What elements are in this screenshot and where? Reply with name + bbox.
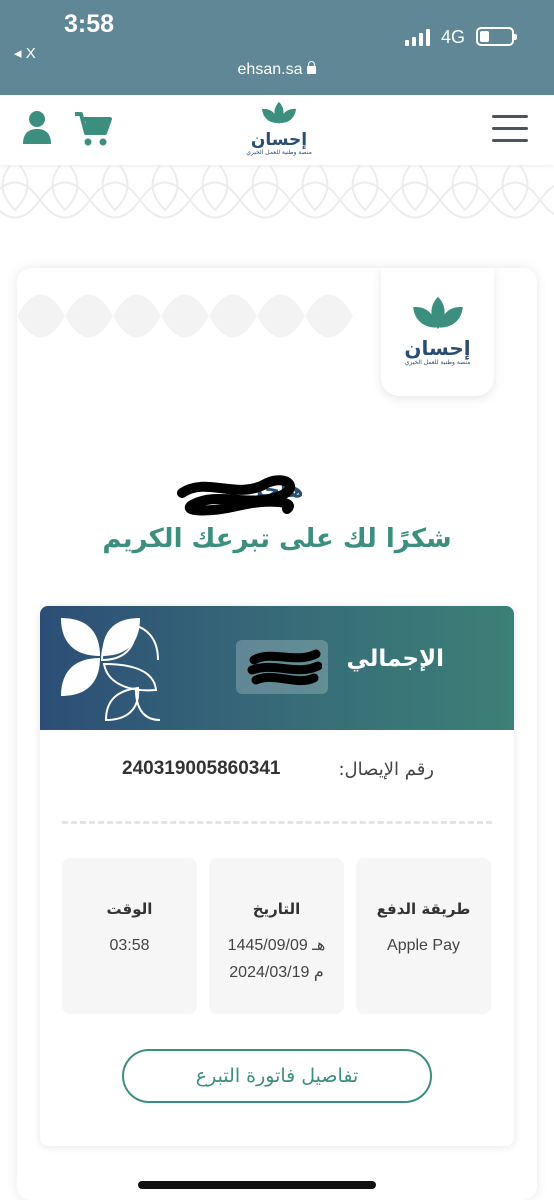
user-icon[interactable]	[22, 110, 52, 144]
card-logo-tagline: منصة وطنية للعمل الخيري	[404, 359, 471, 366]
leaf-logo-icon	[412, 296, 463, 330]
time-title: الوقت	[106, 900, 153, 918]
payment-method-value: Apple Pay	[387, 937, 460, 954]
receipt-number-label: رقم الإيصال:	[338, 759, 434, 780]
battery-level	[480, 31, 489, 42]
home-indicator[interactable]	[138, 1181, 376, 1189]
battery-icon	[476, 27, 517, 46]
leaf-logo-icon	[262, 102, 296, 124]
redaction-scribble	[247, 649, 322, 686]
logo-tagline: منصة وطنية للعمل الخيري	[246, 149, 312, 156]
cart-icon[interactable]	[74, 111, 112, 147]
time-box: الوقت 03:58	[62, 858, 197, 1014]
total-label: الإجمالي	[346, 646, 444, 672]
date-hijri: 1445/09/09 هـ	[227, 937, 326, 954]
total-amount-redacted	[236, 640, 328, 694]
payment-method-title: طريقة الدفع	[376, 900, 471, 918]
receipt-number-value: 240319005860341	[122, 758, 281, 779]
receipt-number-row: رقم الإيصال: 240319005860341	[40, 756, 514, 786]
status-time: 3:58	[64, 10, 115, 38]
card-logo-name: إحسان	[404, 336, 471, 360]
card-logo: إحسان منصة وطنية للعمل الخيري	[381, 268, 494, 396]
date-title: التاريخ	[252, 900, 301, 918]
date-value: 1445/09/09 هـ 2024/03/19 م	[209, 932, 344, 986]
payment-method-box: طريقة الدفع Apple Pay	[356, 858, 491, 1014]
receipt-header: الإجمالي	[40, 606, 514, 730]
flower-pattern-icon	[61, 618, 161, 722]
receipt-panel: الإجمالي رقم الإيصال: 240319005860341 طر…	[40, 606, 514, 1146]
invoice-details-button[interactable]: تفاصيل فاتورة التبرع	[122, 1049, 432, 1103]
card-decorative-pattern	[17, 294, 353, 338]
status-bar: 3:58 ◂ X 4G ehsan.sa	[0, 0, 554, 95]
logo-name: إحسان	[250, 130, 308, 150]
thanks-message: شكرًا لك على تبرعك الكريم	[102, 524, 452, 554]
back-to-app-button[interactable]: ◂ X	[14, 44, 36, 62]
signal-icon	[405, 29, 430, 46]
decorative-pattern	[0, 165, 554, 219]
redaction-scribble	[177, 475, 295, 516]
site-logo[interactable]: إحسان منصة وطنية للعمل الخيري	[242, 100, 316, 162]
time-value: 03:58	[109, 937, 150, 954]
lock-icon	[307, 61, 317, 74]
dashed-divider	[62, 821, 492, 824]
network-type: 4G	[441, 27, 466, 47]
url-text: ehsan.sa	[237, 61, 303, 78]
address-bar[interactable]: ehsan.sa	[0, 61, 554, 79]
site-header: إحسان منصة وطنية للعمل الخيري	[0, 95, 554, 165]
hamburger-menu-icon[interactable]	[492, 115, 528, 145]
date-gregorian: 2024/03/19 م	[229, 964, 324, 981]
date-box: التاريخ 1445/09/09 هـ 2024/03/19 م	[209, 858, 344, 1014]
donation-receipt-card: إحسان منصة وطنية للعمل الخيري هاجر شكرًا…	[17, 268, 537, 1200]
